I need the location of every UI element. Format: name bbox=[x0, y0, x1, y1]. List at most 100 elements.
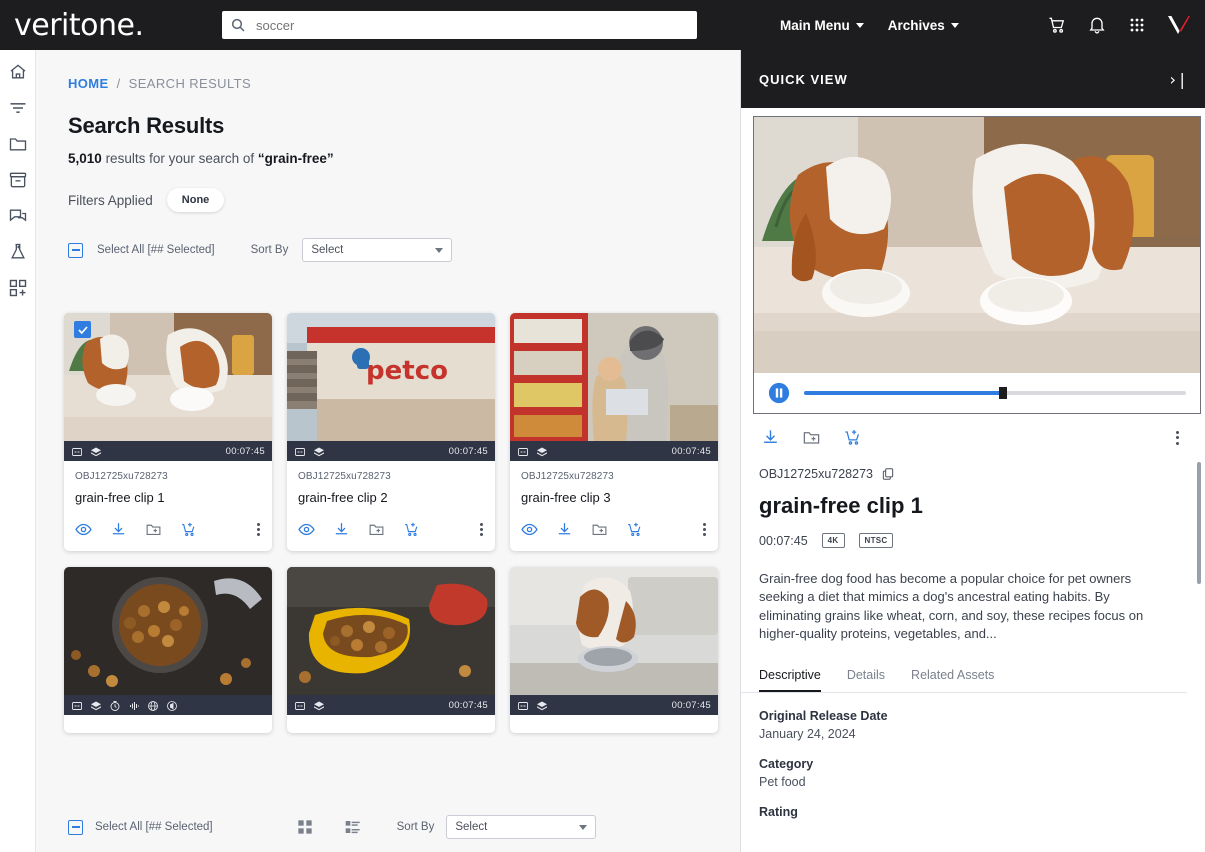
card-asset-id: OBJ12725xu728273 bbox=[521, 471, 614, 482]
card-body: OBJ12725xu728273 grain-free clip 2 bbox=[287, 461, 495, 505]
card-duration: 00:07:45 bbox=[448, 699, 488, 711]
closed-caption-icon bbox=[294, 445, 306, 457]
progress-slider[interactable] bbox=[804, 387, 1186, 399]
quick-view-header: QUICK VIEW ›| bbox=[741, 50, 1205, 108]
eye-icon[interactable] bbox=[75, 521, 92, 538]
add-widget-icon[interactable] bbox=[8, 278, 28, 298]
sort-by-label-bottom: Sort By bbox=[396, 821, 435, 833]
result-card[interactable]: 00:07:45 OBJ12725xu728273 grain-free cli… bbox=[64, 313, 272, 551]
select-all-checkbox-bottom[interactable] bbox=[68, 819, 83, 835]
result-card[interactable]: petco 00:07:45 OBJ12725xu728273 grain-fr… bbox=[287, 313, 495, 551]
sort-by-select-bottom[interactable]: Select bbox=[446, 815, 597, 839]
field-label: Original Release Date bbox=[759, 708, 888, 723]
add-to-folder-icon[interactable] bbox=[802, 428, 821, 447]
collapse-panel-icon[interactable]: ›| bbox=[1168, 70, 1187, 89]
add-to-folder-icon[interactable] bbox=[591, 521, 608, 538]
closed-caption-icon bbox=[294, 699, 306, 711]
tab-related-assets[interactable]: Related Assets bbox=[911, 668, 994, 692]
results-bottom-toolbar: Select All [## Selected] Sort By Select bbox=[36, 802, 740, 852]
card-thumbnail[interactable]: petco bbox=[287, 313, 495, 441]
results-count-suffix: results for your search of bbox=[105, 151, 255, 166]
card-thumbnail[interactable] bbox=[510, 567, 718, 695]
card-actions bbox=[64, 505, 272, 551]
download-icon[interactable] bbox=[556, 521, 573, 538]
pause-icon[interactable] bbox=[768, 382, 790, 404]
sort-by-value-top: Select bbox=[311, 244, 344, 256]
card-asset-id: OBJ12725xu728273 bbox=[75, 471, 168, 482]
more-options-icon[interactable] bbox=[1176, 428, 1179, 447]
download-icon[interactable] bbox=[333, 521, 350, 538]
copy-icon[interactable] bbox=[881, 467, 895, 481]
quick-view-asset-id: OBJ12725xu728273 bbox=[759, 467, 873, 481]
sort-by-select-top[interactable]: Select bbox=[302, 238, 453, 262]
video-player[interactable] bbox=[753, 116, 1201, 414]
cart-icon[interactable] bbox=[1047, 15, 1067, 35]
add-to-cart-icon[interactable] bbox=[626, 521, 643, 538]
archives-menu-button[interactable]: Archives bbox=[888, 18, 959, 33]
field-label: Rating bbox=[759, 804, 798, 819]
tab-descriptive[interactable]: Descriptive bbox=[759, 668, 821, 692]
card-thumbnail[interactable] bbox=[64, 313, 272, 441]
quick-view-scrollbar[interactable] bbox=[1197, 462, 1201, 584]
add-to-folder-icon[interactable] bbox=[145, 521, 162, 538]
card-body: OBJ12725xu728273 grain-free clip 1 bbox=[64, 461, 272, 505]
flask-icon[interactable] bbox=[8, 242, 28, 262]
more-options-icon[interactable] bbox=[480, 521, 484, 538]
main-menu-label: Main Menu bbox=[780, 17, 850, 33]
search-input[interactable] bbox=[256, 17, 689, 33]
progress-handle[interactable] bbox=[998, 387, 1007, 399]
add-to-cart-icon[interactable] bbox=[403, 521, 420, 538]
home-icon[interactable] bbox=[8, 62, 28, 82]
card-select-checkbox[interactable] bbox=[74, 321, 91, 338]
card-overlay-bar: 00:07:45 bbox=[510, 441, 718, 461]
search-icon bbox=[230, 17, 246, 33]
chat-icon[interactable] bbox=[8, 206, 28, 226]
globe-icon bbox=[147, 699, 159, 711]
card-duration: 00:07:45 bbox=[671, 445, 711, 457]
clock-icon bbox=[109, 699, 121, 711]
select-all-label: Select All [## Selected] bbox=[97, 244, 215, 256]
audio-icon bbox=[128, 699, 140, 711]
standard-badge: NTSC bbox=[858, 533, 894, 548]
eye-icon[interactable] bbox=[298, 521, 315, 538]
closed-caption-icon bbox=[71, 699, 83, 711]
add-to-cart-icon[interactable] bbox=[180, 521, 197, 538]
breadcrumb-home-link[interactable]: HOME bbox=[68, 76, 109, 91]
add-to-folder-icon[interactable] bbox=[368, 521, 385, 538]
search-bar[interactable] bbox=[222, 11, 697, 39]
list-view-icon[interactable] bbox=[345, 819, 361, 835]
layers-icon bbox=[536, 445, 548, 457]
download-icon[interactable] bbox=[110, 521, 127, 538]
filters-none-chip[interactable]: None bbox=[166, 188, 225, 212]
select-all-checkbox[interactable] bbox=[68, 242, 83, 258]
progress-fill bbox=[804, 391, 1003, 395]
apps-grid-icon[interactable] bbox=[1127, 15, 1147, 35]
archive-icon[interactable] bbox=[8, 170, 28, 190]
main-menu-button[interactable]: Main Menu bbox=[780, 18, 864, 33]
result-card[interactable] bbox=[64, 567, 272, 733]
card-body bbox=[510, 715, 718, 725]
thumbnail-image: petco bbox=[287, 313, 495, 441]
veritone-logo[interactable]: veritone. bbox=[14, 8, 174, 43]
card-thumbnail[interactable] bbox=[64, 567, 272, 695]
check-icon bbox=[77, 325, 88, 334]
result-card[interactable]: 00:07:45 bbox=[287, 567, 495, 733]
grid-view-icon[interactable] bbox=[297, 819, 313, 835]
folder-icon[interactable] bbox=[8, 134, 28, 154]
download-icon[interactable] bbox=[761, 428, 780, 447]
resolution-badge: 4K bbox=[821, 533, 845, 548]
result-card[interactable]: 00:07:45 bbox=[510, 567, 718, 733]
card-thumbnail[interactable] bbox=[510, 313, 718, 441]
card-thumbnail[interactable] bbox=[287, 567, 495, 695]
bell-icon[interactable] bbox=[1087, 15, 1107, 35]
more-options-icon[interactable] bbox=[703, 521, 707, 538]
filter-icon[interactable] bbox=[8, 98, 28, 118]
result-card[interactable]: 00:07:45 OBJ12725xu728273 grain-free cli… bbox=[510, 313, 718, 551]
results-count-line: 5,010 results for your search of “grain-… bbox=[68, 151, 740, 166]
add-to-cart-icon[interactable] bbox=[843, 428, 862, 447]
tab-details[interactable]: Details bbox=[847, 668, 885, 692]
eye-icon[interactable] bbox=[521, 521, 538, 538]
card-actions bbox=[510, 505, 718, 551]
more-options-icon[interactable] bbox=[257, 521, 261, 538]
veritone-v-icon[interactable] bbox=[1167, 14, 1191, 36]
